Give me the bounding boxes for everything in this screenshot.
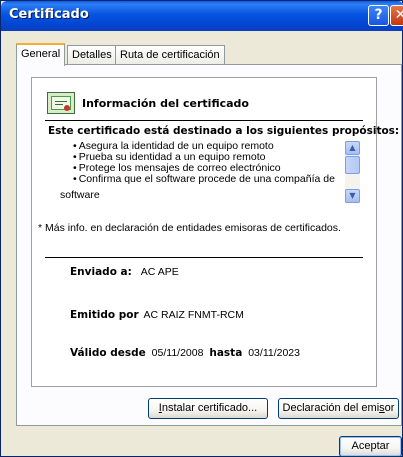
declare-label-post: or [384,402,395,414]
title-bar[interactable]: Certificado ? ✕ [1,1,403,31]
install-label: nstalar certificado... [161,402,258,414]
scroll-thumb[interactable] [345,156,360,174]
tab-general[interactable]: General [16,43,66,66]
declare-label-pre: Declaración del emi [282,402,380,414]
accept-button[interactable]: Aceptar [339,436,402,457]
valid-from-value: 05/11/2008 [151,347,204,359]
certificate-icon-line [55,104,63,105]
validity-row: Válido desde 05/11/2008 hasta 03/11/2023 [70,347,300,359]
bullet-icon: • [73,173,77,185]
certificate-icon-paper [51,96,71,111]
purposes-scrollbar[interactable]: ▲ ▼ [345,141,360,203]
more-info-note: * Más info. en declaración de entidades … [38,222,341,234]
certificate-icon [47,92,75,114]
scroll-down-arrow-icon[interactable]: ▼ [345,189,360,203]
issued-by-value: AC RAIZ FNMT-RCM [143,309,244,321]
install-certificate-button[interactable]: Instalar certificado... [148,398,268,419]
certificate-icon-seal [64,105,70,111]
purpose-item: • Confirma que el software procede de una… [73,174,343,185]
issued-to-label: Enviado a: [70,266,132,278]
divider [45,257,363,258]
certificate-icon-line [55,101,67,102]
issued-by-row: Emitido por AC RAIZ FNMT-RCM [70,309,244,321]
tab-certification-path[interactable]: Ruta de certificación [115,45,225,65]
scroll-up-arrow-icon[interactable]: ▲ [345,141,360,155]
tab-details[interactable]: Detalles [67,45,117,65]
valid-to-value: 03/11/2023 [248,347,300,359]
valid-from-label: Válido desde [70,347,146,359]
issued-to-row: Enviado a: AC APE [70,266,179,278]
valid-to-label: hasta [209,347,243,359]
certificate-info-title: Información del certificado [82,97,249,110]
close-button[interactable]: ✕ [390,5,403,26]
issued-by-label: Emitido por [70,309,139,321]
issuer-statement-button[interactable]: Declaración del emisor [278,398,399,419]
issued-to-value: AC APE [140,266,179,278]
divider [45,120,363,121]
window-title: Certificado [9,7,89,22]
purposes-list[interactable]: • Asegura la identidad de un equipo remot… [73,141,343,185]
purpose-text: Confirma que el software procede de una … [78,173,335,185]
certificate-dialog: Certificado ? ✕ General Detalles Ruta de… [0,0,403,457]
purpose-continuation: software [60,189,100,201]
help-button[interactable]: ? [368,5,389,26]
purposes-heading: Este certificado está destinado a los si… [48,125,400,137]
